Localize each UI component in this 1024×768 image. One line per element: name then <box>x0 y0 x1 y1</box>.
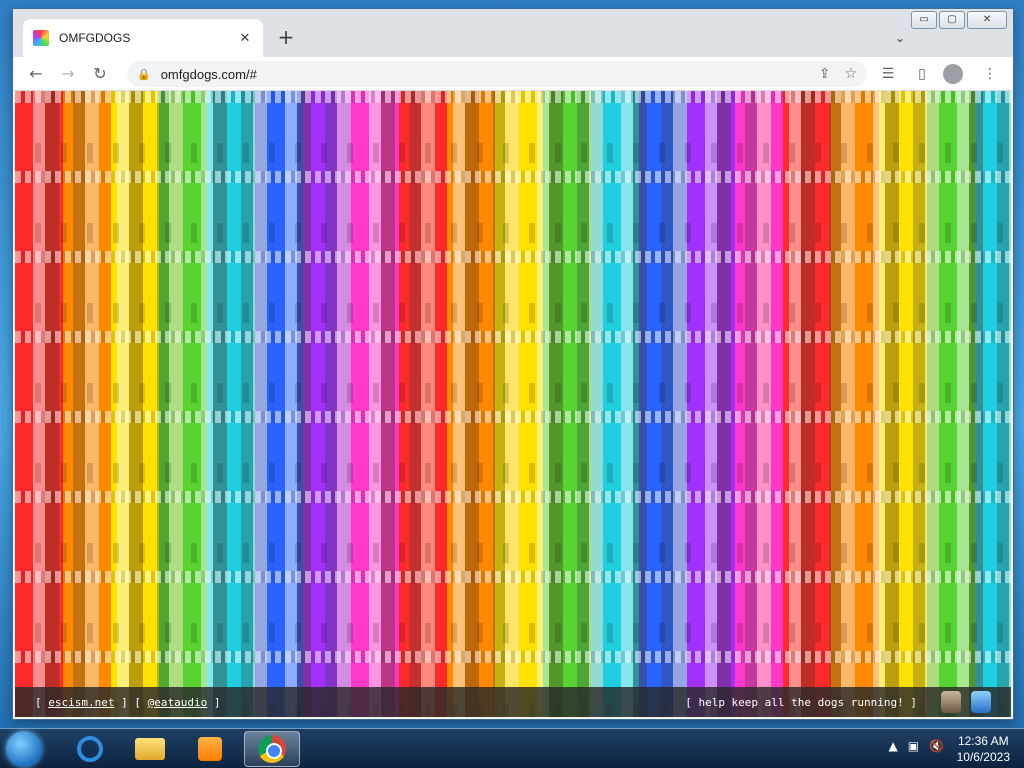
footer-bracket: [ <box>35 695 49 709</box>
dog-row <box>15 171 1011 251</box>
donate-text[interactable]: [ help keep all the dogs running! ] <box>685 696 917 709</box>
eataudio-link[interactable]: @eataudio <box>148 696 208 709</box>
reload-icon[interactable]: ↻ <box>87 61 113 87</box>
start-button[interactable] <box>6 731 42 767</box>
dog-row <box>15 571 1011 651</box>
taskbar-explorer[interactable] <box>122 731 178 767</box>
side-panel-icon[interactable]: ▯ <box>909 61 935 87</box>
taskbar-chrome[interactable] <box>244 731 300 767</box>
menu-icon[interactable]: ⋮ <box>977 61 1003 87</box>
internet-explorer-icon <box>77 736 103 762</box>
clock[interactable]: 12:36 AM 10/6/2023 <box>957 733 1010 765</box>
footer-separator: ] [ <box>114 695 148 709</box>
footer-bracket: ] <box>207 695 221 709</box>
profile-icon[interactable] <box>943 61 969 87</box>
share-icon[interactable]: ⇪ <box>819 66 831 82</box>
dog-row <box>15 331 1011 411</box>
forward-icon[interactable]: → <box>55 61 81 87</box>
footer-links: [ escism.net ] [ @eataudio ] <box>35 696 685 709</box>
maximize-button[interactable]: ▢ <box>939 11 965 29</box>
close-button[interactable]: ✕ <box>967 11 1007 29</box>
new-tab-button[interactable]: + <box>273 25 299 51</box>
tab-strip: OMFGDOGS ✕ + ⌄ <box>13 9 1013 57</box>
character-sprite-icon[interactable] <box>971 691 991 713</box>
tab-close-icon[interactable]: ✕ <box>237 31 253 46</box>
favicon-icon <box>33 30 49 46</box>
back-icon[interactable]: ← <box>23 61 49 87</box>
reading-list-icon[interactable]: ☰ <box>875 61 901 87</box>
clock-date: 10/6/2023 <box>956 750 1010 764</box>
taskbar-media[interactable] <box>182 731 238 767</box>
dog-row <box>15 251 1011 331</box>
address-bar[interactable]: 🔒 omfgdogs.com/# ⇪ ☆ <box>127 61 867 87</box>
page-footer: [ escism.net ] [ @eataudio ] [ help keep… <box>15 687 1011 717</box>
dog-row <box>15 491 1011 571</box>
volume-muted-icon[interactable]: 🔇 <box>929 739 944 753</box>
url-text[interactable]: omfgdogs.com/# <box>161 67 805 82</box>
network-icon[interactable]: ▣ <box>908 739 919 753</box>
tray-expand-icon[interactable]: ▲ <box>888 739 897 753</box>
tab-title: OMFGDOGS <box>59 31 131 45</box>
tab-search-icon[interactable]: ⌄ <box>895 31 905 45</box>
dog-sprite-icon[interactable] <box>941 691 961 713</box>
clock-time: 12:36 AM <box>957 734 1009 748</box>
dog-row <box>15 411 1011 491</box>
folder-icon <box>135 738 165 760</box>
lock-icon[interactable]: 🔒 <box>137 68 151 81</box>
toolbar: ← → ↻ 🔒 omfgdogs.com/# ⇪ ☆ ☰ ▯ ⋮ <box>13 57 1013 91</box>
dog-row <box>15 91 1011 171</box>
taskbar-ie[interactable] <box>62 731 118 767</box>
taskbar: ▲ ▣ 🔇 12:36 AM 10/6/2023 <box>0 728 1024 768</box>
system-tray: ▲ ▣ 🔇 <box>888 739 944 753</box>
tab-omfgdogs[interactable]: OMFGDOGS ✕ <box>23 19 263 57</box>
browser-window: OMFGDOGS ✕ + ⌄ ▭ ▢ ✕ ← → ↻ 🔒 omfgdogs.co… <box>12 8 1014 720</box>
minimize-button[interactable]: ▭ <box>911 11 937 29</box>
window-controls: ▭ ▢ ✕ <box>911 11 1007 29</box>
escism-link[interactable]: escism.net <box>48 696 114 709</box>
chrome-icon <box>258 735 286 763</box>
page-viewport[interactable]: [ escism.net ] [ @eataudio ] [ help keep… <box>15 91 1011 717</box>
media-player-icon <box>198 737 222 761</box>
star-icon[interactable]: ☆ <box>844 66 857 82</box>
toolbar-right: ☰ ▯ ⋮ <box>875 61 1003 87</box>
avatar <box>943 64 963 84</box>
